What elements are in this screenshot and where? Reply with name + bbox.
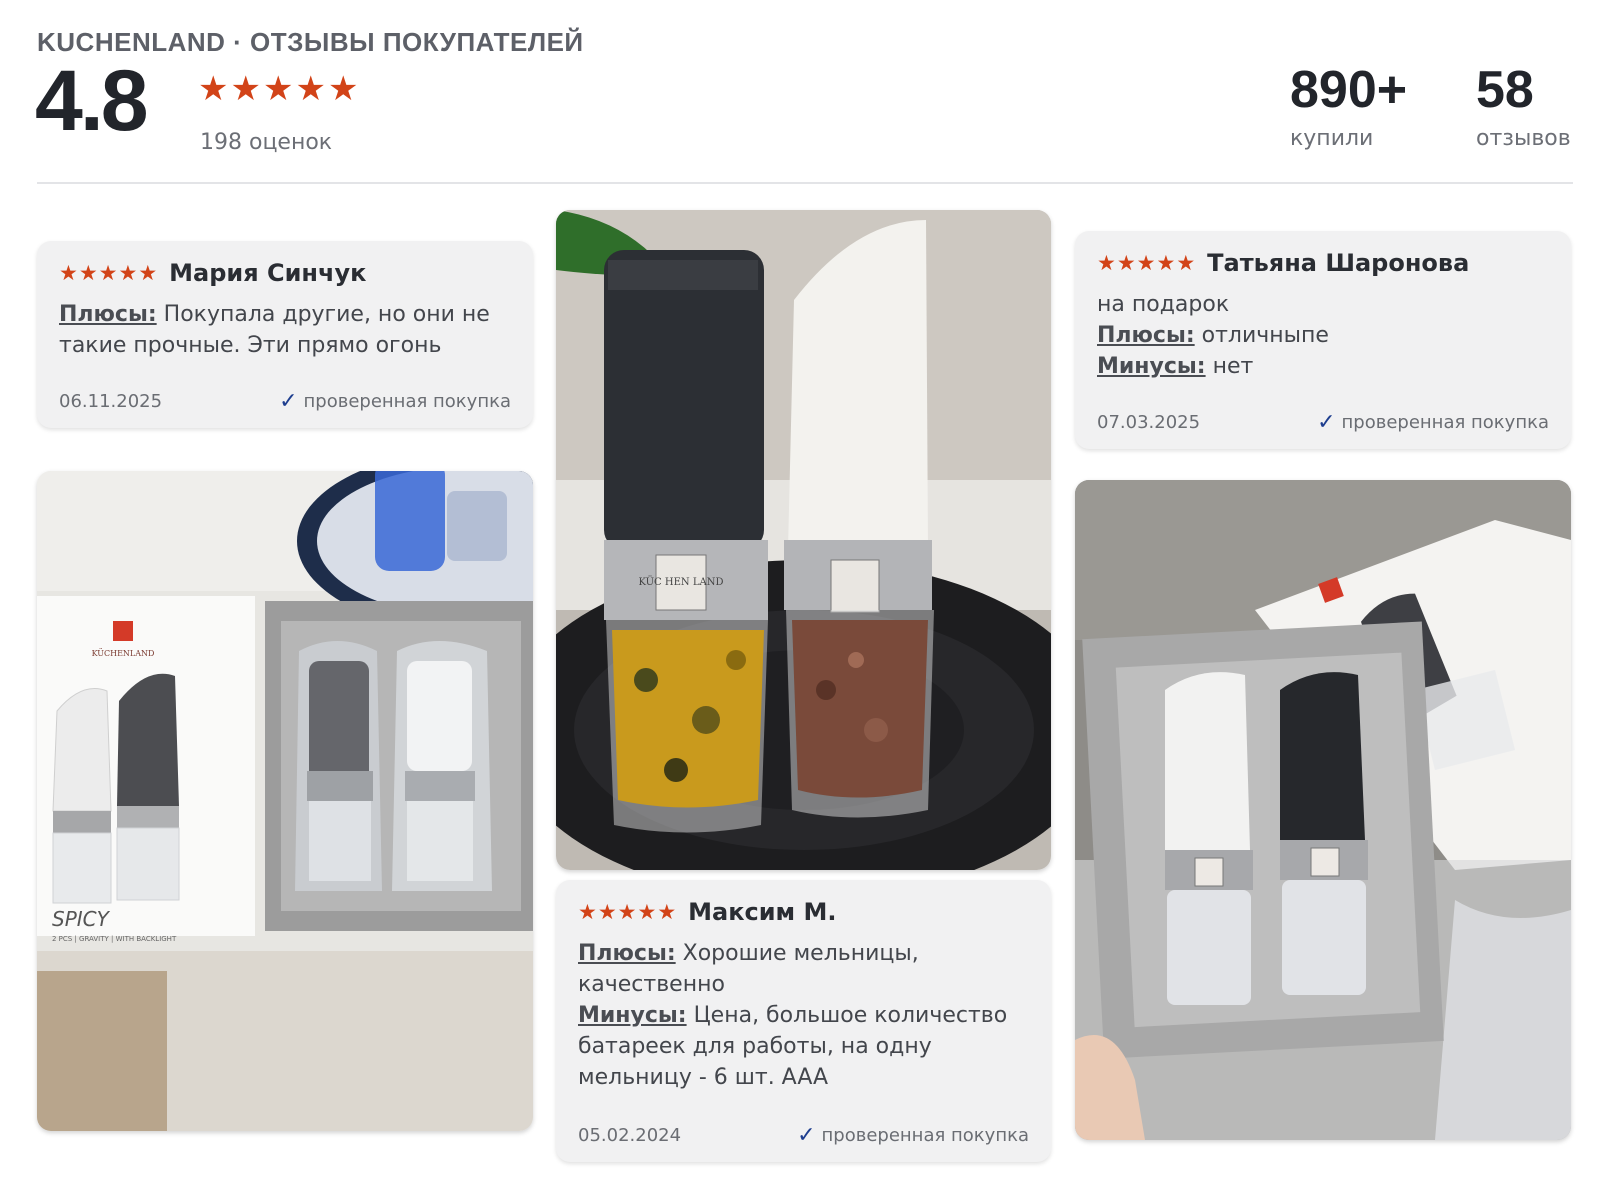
photo-grinders-image: KÜC HEN LAND: [556, 210, 1051, 870]
cons-text: нет: [1205, 354, 1254, 379]
reviews-label: отзывов: [1476, 126, 1571, 151]
box-title-text: SPICY: [52, 907, 111, 931]
review-date: 06.11.2025: [59, 391, 163, 412]
star-icon: ★: [1116, 250, 1136, 275]
average-rating: 4.8: [35, 53, 149, 149]
review-card-3: ★ ★ ★ ★ ★ Максим М. Плюсы: Хорошие мельницы,…: [556, 880, 1051, 1162]
star-icon: ★: [597, 899, 617, 924]
star-icon: ★: [327, 69, 359, 109]
star-icon: ★: [98, 260, 118, 285]
verified-badge: ✓ проверенная покупка: [797, 1123, 1029, 1148]
star-icon: ★: [198, 69, 229, 109]
star-icon: ★: [578, 899, 597, 924]
header-divider: [37, 182, 1573, 184]
star-icon: ★: [295, 69, 326, 109]
star-icon: ★: [617, 899, 637, 924]
cons-label: Минусы:: [578, 1003, 687, 1028]
star-icon: ★: [78, 260, 98, 285]
star-icon: ★: [1176, 250, 1196, 275]
review-card-2: ★ ★ ★ ★ ★ Татьяна Шаронова на подарок Плюсы:…: [1075, 231, 1571, 449]
photo-open-box-image: [1075, 480, 1571, 1140]
box-sub-text: 2 PCS | GRAVITY | WITH BACKLIGHT: [52, 935, 177, 943]
verified-label: проверенная покупка: [303, 391, 511, 412]
ratings-count: 198 оценок: [200, 130, 333, 155]
check-icon: ✓: [1317, 410, 1336, 435]
star-icon: ★: [1097, 250, 1116, 275]
star-icon: ★: [637, 899, 657, 924]
rating-stars: ★ ★ ★ ★ ★: [198, 72, 358, 106]
review-date: 07.03.2025: [1097, 412, 1201, 433]
review-stars: ★ ★ ★ ★ ★: [1097, 250, 1196, 275]
cons-label: Минусы:: [1097, 354, 1206, 379]
bought-label: купили: [1290, 126, 1374, 151]
review-text: Плюсы: Покупала другие, но они не такие …: [59, 299, 511, 361]
stat-reviews: 58 отзывов: [1476, 60, 1571, 151]
pros-label: Плюсы:: [1097, 323, 1195, 348]
verified-badge: ✓ проверенная покупка: [279, 389, 511, 414]
star-icon: ★: [138, 260, 158, 285]
reviewer-name: Максим М.: [688, 898, 837, 926]
bought-value: 890+: [1290, 61, 1408, 119]
band-label-text: KÜC HEN LAND: [639, 576, 724, 588]
verified-label: проверенная покупка: [821, 1125, 1029, 1146]
review-photo-open-box[interactable]: [1075, 480, 1571, 1140]
review-intro: на подарок: [1097, 292, 1230, 317]
star-icon: ★: [1136, 250, 1156, 275]
check-icon: ✓: [279, 389, 298, 414]
verified-badge: ✓ проверенная покупка: [1317, 410, 1549, 435]
star-icon: ★: [59, 260, 78, 285]
verified-label: проверенная покупка: [1341, 412, 1549, 433]
box-brand-text: KÜCHENLAND: [92, 649, 155, 658]
review-stars: ★ ★ ★ ★ ★: [578, 899, 677, 924]
star-icon: ★: [118, 260, 138, 285]
star-icon: ★: [1156, 250, 1176, 275]
pros-label: Плюсы:: [578, 941, 676, 966]
check-icon: ✓: [797, 1123, 816, 1148]
reviewer-name: Татьяна Шаронова: [1207, 249, 1470, 277]
review-text: Плюсы: Хорошие мельницы, качественно Мин…: [578, 938, 1029, 1093]
review-stars: ★ ★ ★ ★ ★: [59, 260, 158, 285]
review-photo-grinders[interactable]: KÜC HEN LAND: [556, 210, 1051, 870]
star-icon: ★: [230, 69, 261, 109]
star-icon: ★: [657, 899, 677, 924]
review-photo-box-on-table[interactable]: KÜCHENLAND SPICY 2 PCS | GRAVITY | WITH …: [37, 471, 533, 1131]
stat-bought: 890+ купили: [1290, 60, 1407, 151]
reviewer-name: Мария Синчук: [169, 259, 367, 287]
review-text: на подарок Плюсы: отличныпе Минусы: нет: [1097, 289, 1549, 382]
review-date: 05.02.2024: [578, 1125, 682, 1146]
pros-label: Плюсы:: [59, 302, 157, 327]
star-icon: ★: [262, 69, 294, 109]
review-card-1: ★ ★ ★ ★ ★ Мария Синчук Плюсы: Покупала други…: [37, 241, 533, 428]
reviews-value: 58: [1476, 61, 1534, 119]
pros-text: отличныпе: [1194, 323, 1329, 348]
photo-box-table-image: KÜCHENLAND SPICY 2 PCS | GRAVITY | WITH …: [37, 471, 533, 1131]
